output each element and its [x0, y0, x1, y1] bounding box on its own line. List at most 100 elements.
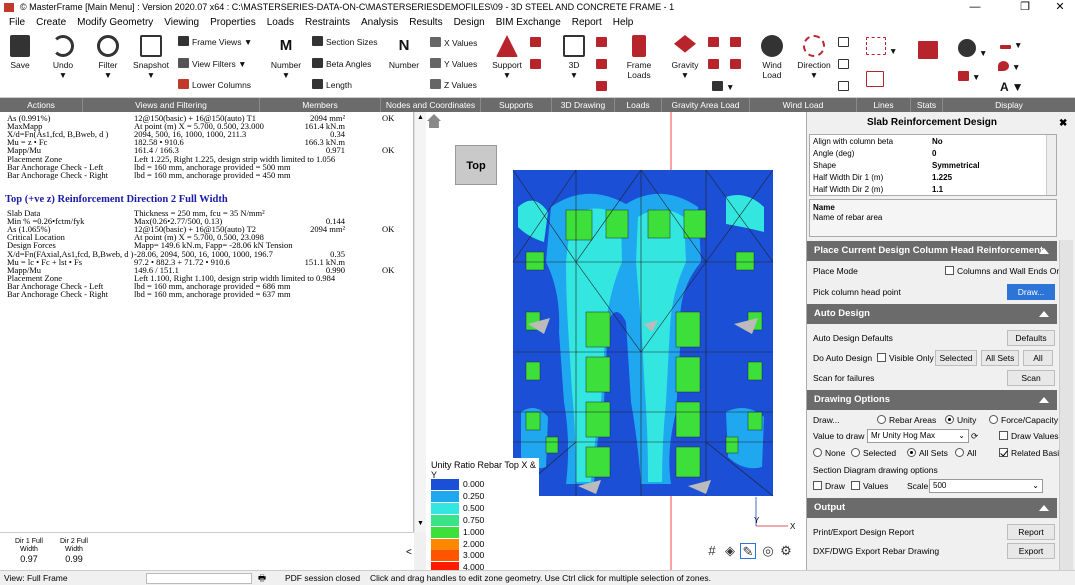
gravity-button[interactable]: Gravity ▼	[668, 35, 702, 80]
display-colour-button[interactable]: ▼	[998, 61, 1020, 73]
edit-zone-icon[interactable]: ✎	[740, 543, 756, 559]
property-value[interactable]: 1.225	[932, 172, 952, 183]
section-output[interactable]: Output	[807, 498, 1057, 518]
menu-results[interactable]: Results	[404, 15, 448, 31]
3d-tool-1[interactable]	[596, 37, 610, 49]
auto-all-button[interactable]: All	[1023, 350, 1053, 366]
support-tool-1[interactable]	[530, 37, 544, 49]
wind-tool-2[interactable]	[838, 59, 852, 71]
export-button[interactable]: Export	[1007, 543, 1055, 559]
gravity-tool-4[interactable]	[730, 59, 744, 71]
value-to-draw-select[interactable]: Mr Unity Hog Max ⌄	[867, 429, 969, 443]
y-values-button[interactable]: Y Values	[430, 58, 477, 70]
scroll-left-icon[interactable]: <	[406, 548, 412, 557]
menu-bim-exchange[interactable]: BIM Exchange	[491, 15, 567, 31]
property-value[interactable]: 1.1	[932, 184, 943, 195]
undo-button[interactable]: Undo ▼	[48, 35, 78, 80]
property-grid[interactable]: Align with column beta No Angle (deg) 0 Shap…	[809, 134, 1057, 196]
filter-button[interactable]: Filter ▼	[94, 35, 122, 80]
section-place-column-head[interactable]: Place Current Design Column Head Reinfor…	[807, 241, 1057, 261]
scroll-up-icon[interactable]: ▲	[417, 114, 424, 121]
menu-file[interactable]: File	[4, 15, 31, 31]
lines-list-button[interactable]	[866, 71, 887, 89]
gravity-tool-1[interactable]	[708, 37, 722, 49]
section-auto-design[interactable]: Auto Design	[807, 304, 1057, 324]
none-radio[interactable]: None	[813, 447, 845, 459]
beta-angles-button[interactable]: Beta Angles	[312, 58, 371, 70]
menu-analysis[interactable]: Analysis	[356, 15, 404, 31]
menu-help[interactable]: Help	[608, 15, 640, 31]
visible-only-checkbox[interactable]: Visible Only	[877, 352, 934, 364]
gravity-tool-3[interactable]	[708, 59, 722, 71]
frame-loads-button[interactable]: Frame Loads	[622, 35, 656, 80]
menu-create[interactable]: Create	[31, 15, 72, 31]
menu-viewing[interactable]: Viewing	[159, 15, 205, 31]
scroll-down-icon[interactable]: ▼	[417, 520, 424, 527]
report-button[interactable]: Report	[1007, 524, 1055, 540]
printer-icon[interactable]: 🖶	[258, 571, 266, 585]
stats-button[interactable]	[918, 41, 941, 61]
all-sets-radio[interactable]: All Sets	[907, 447, 948, 459]
panel-close-icon[interactable]: ✖	[1059, 118, 1067, 129]
menu-loads[interactable]: Loads	[262, 15, 300, 31]
display-font-button[interactable]: A ▼	[1000, 81, 1023, 93]
frame-views-button[interactable]: Frame Views ▼	[178, 36, 252, 48]
menu-properties[interactable]: Properties	[205, 15, 262, 31]
z-values-button[interactable]: Z Values	[430, 79, 477, 91]
3d-tool-3[interactable]	[596, 81, 610, 93]
draw-button[interactable]: Draw...	[1007, 284, 1055, 300]
defaults-button[interactable]: Defaults	[1007, 330, 1055, 346]
wind-load-button[interactable]: Wind Load	[754, 35, 790, 80]
snapshot-button[interactable]: Snapshot ▼	[132, 35, 170, 80]
direction-button[interactable]: Direction ▼	[796, 35, 832, 80]
draw-values-checkbox[interactable]: Draw Values	[999, 430, 1059, 442]
auto-all-sets-button[interactable]: All Sets	[981, 350, 1019, 366]
section-sizes-button[interactable]: Section Sizes	[312, 36, 378, 48]
menu-report[interactable]: Report	[567, 15, 608, 31]
section-draw-checkbox[interactable]: Draw	[813, 480, 845, 492]
columns-wall-ends-checkbox[interactable]: Columns and Wall Ends Only	[945, 265, 1067, 277]
display-line-button[interactable]: ▼	[1000, 39, 1022, 51]
property-value[interactable]: Symmetrical	[932, 160, 980, 171]
property-scrollbar[interactable]	[1046, 135, 1056, 195]
report-scrollbar[interactable]: ▲ ▼	[414, 112, 426, 532]
support-tool-2[interactable]	[530, 59, 544, 71]
snap-target-icon[interactable]: ◎	[760, 543, 776, 559]
3d-button[interactable]: 3D ▼	[560, 35, 588, 80]
panel-scrollbar[interactable]	[1059, 240, 1073, 570]
minimize-button[interactable]: —	[960, 0, 990, 15]
section-values-checkbox[interactable]: Values	[851, 480, 888, 492]
force-capacity-radio[interactable]: Force/Capacity	[989, 414, 1058, 426]
layers-icon[interactable]: ◈	[722, 543, 738, 559]
3d-tool-2[interactable]	[596, 59, 610, 71]
x-values-button[interactable]: X Values	[430, 37, 477, 49]
number-members-button[interactable]: M Number ▼	[268, 35, 304, 80]
property-value[interactable]: No	[932, 136, 943, 147]
display-node-button[interactable]: ▼	[958, 71, 980, 83]
related-basic-checkbox[interactable]: Related Basic	[999, 447, 1063, 459]
view-settings-gear-icon[interactable]: ⚙	[778, 543, 794, 559]
design-report[interactable]: As (0.991%) 12@150(basic) + 16@150(auto) …	[0, 112, 414, 532]
scan-button[interactable]: Scan	[1007, 370, 1055, 386]
support-button[interactable]: Support ▼	[490, 35, 524, 80]
lines-grid-button[interactable]: ▼	[866, 37, 897, 57]
property-value[interactable]: 0	[932, 148, 936, 159]
refresh-icon[interactable]: ⟳	[971, 430, 978, 442]
rebar-areas-radio[interactable]: Rebar Areas	[877, 414, 936, 426]
view-filters-button[interactable]: View Filters ▼	[178, 58, 247, 70]
save-button[interactable]: Save	[6, 35, 34, 70]
number-nodes-button[interactable]: N Number	[386, 35, 422, 70]
grid-snap-icon[interactable]: #	[704, 543, 720, 559]
close-window-button[interactable]: ✕	[1045, 0, 1075, 15]
restore-button[interactable]: ❐	[1010, 0, 1040, 15]
menu-modify-geometry[interactable]: Modify Geometry	[72, 15, 159, 31]
all-radio[interactable]: All	[955, 447, 976, 459]
gravity-tool-5[interactable]: ▼	[712, 81, 734, 93]
auto-selected-button[interactable]: Selected	[935, 350, 977, 366]
lower-columns-button[interactable]: Lower Columns	[178, 79, 251, 91]
top-view-button[interactable]: Top	[455, 145, 497, 185]
length-button[interactable]: Length	[312, 79, 352, 91]
display-settings-button[interactable]: ▼	[958, 39, 987, 59]
menu-restraints[interactable]: Restraints	[300, 15, 356, 31]
gravity-tool-2[interactable]	[730, 37, 744, 49]
